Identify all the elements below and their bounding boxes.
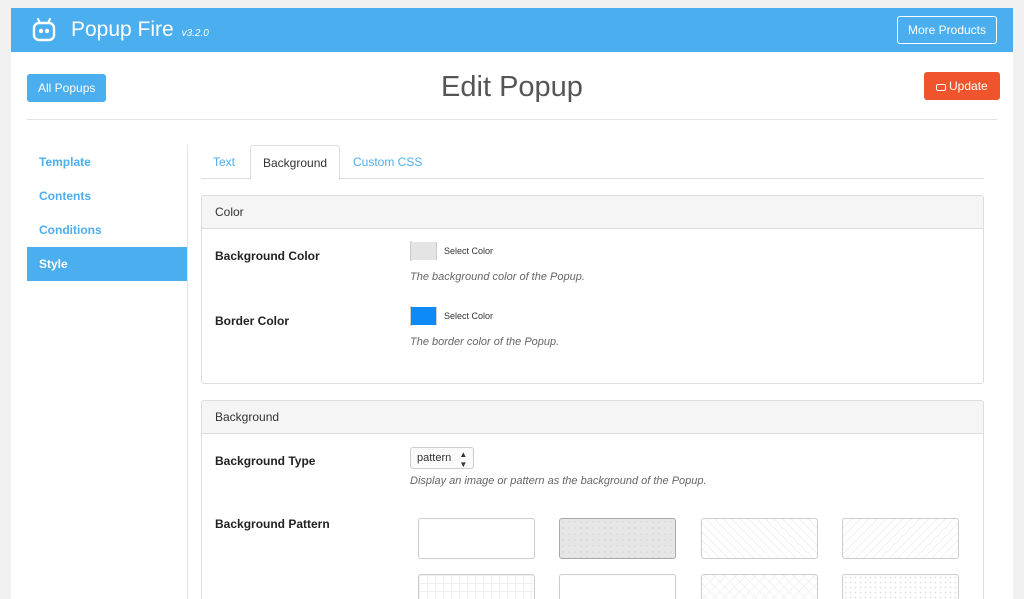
style-tabs: Text Background Custom CSS	[201, 145, 984, 180]
border-color-help: The border color of the Popup.	[410, 336, 560, 348]
sidebar-divider	[187, 145, 188, 599]
background-color-help: The background color of the Popup.	[410, 271, 585, 283]
sidebar-nav: Template Contents Conditions Style	[27, 145, 187, 281]
background-color-label: Background Color	[215, 249, 320, 263]
background-type-label: Background Type	[215, 454, 316, 468]
app-name: Popup Fire	[71, 18, 174, 41]
tab-text[interactable]: Text	[213, 145, 235, 179]
select-arrows-icon: ▲ ▼	[459, 450, 468, 469]
background-panel: Background Background Type pattern ▲ ▼ Dis…	[201, 400, 984, 599]
pattern-option[interactable]	[701, 518, 818, 559]
background-select-color-button[interactable]: Select Color	[436, 242, 500, 260]
background-color-swatch[interactable]	[411, 242, 436, 260]
page-title: Edit Popup	[441, 71, 583, 103]
background-color-picker[interactable]: Select Color	[410, 241, 493, 261]
tab-background[interactable]: Background	[250, 145, 341, 180]
hdd-icon	[936, 84, 946, 91]
color-panel-heading: Color	[202, 196, 983, 229]
header-divider	[27, 119, 997, 120]
pattern-option[interactable]	[418, 574, 535, 599]
pattern-option[interactable]	[559, 574, 676, 599]
border-color-picker[interactable]: Select Color	[410, 306, 493, 326]
app-version: v3.2.0	[181, 28, 209, 39]
top-bar: Popup Fire v3.2.0 More Products	[11, 8, 1013, 52]
pattern-option[interactable]	[701, 574, 818, 599]
color-panel: Color Background Color Select Color The …	[201, 195, 984, 384]
border-select-color-button[interactable]: Select Color	[436, 307, 500, 325]
app-brand: Popup Fire v3.2.0	[71, 18, 209, 42]
sidebar-item-template[interactable]: Template	[27, 145, 187, 179]
background-type-value: pattern	[417, 452, 452, 464]
sidebar-item-contents[interactable]: Contents	[27, 179, 187, 213]
more-products-button[interactable]: More Products	[896, 16, 997, 44]
update-label: Update	[949, 79, 988, 93]
pattern-option[interactable]	[418, 518, 535, 559]
main-content: All Popups Edit Popup Update Template Co…	[11, 52, 1013, 599]
border-color-label: Border Color	[215, 314, 290, 328]
border-color-swatch[interactable]	[411, 307, 436, 325]
sidebar-item-style[interactable]: Style	[27, 247, 187, 281]
pattern-option[interactable]	[842, 518, 959, 559]
robot-icon	[32, 18, 56, 42]
tab-custom-css[interactable]: Custom CSS	[353, 145, 422, 179]
background-type-select[interactable]: pattern ▲ ▼	[410, 447, 475, 469]
background-panel-heading: Background	[202, 401, 983, 434]
sidebar-item-conditions[interactable]: Conditions	[27, 213, 187, 247]
pattern-option-selected[interactable]	[559, 518, 676, 559]
background-type-help: Display an image or pattern as the backg…	[410, 475, 707, 487]
pattern-option[interactable]	[842, 574, 959, 599]
background-pattern-label: Background Pattern	[215, 517, 330, 531]
update-button[interactable]: Update	[924, 72, 1000, 100]
